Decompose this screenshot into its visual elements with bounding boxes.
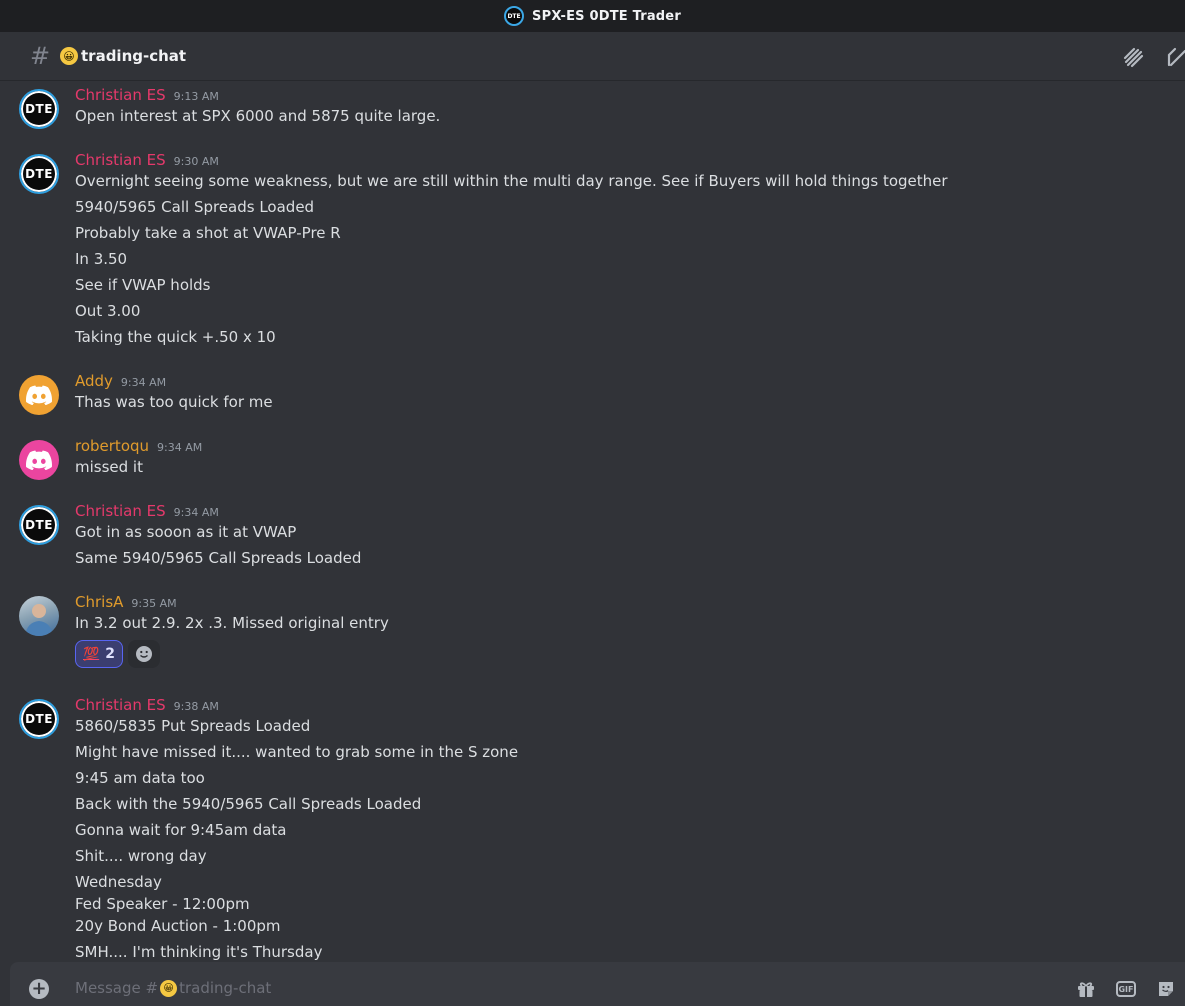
message: DTE Christian ES 9:38 AM 5860/5835 Put S…	[0, 691, 1185, 961]
avatar[interactable]	[19, 596, 59, 636]
username[interactable]: Christian ES	[75, 696, 166, 714]
avatar[interactable]: DTE	[19, 154, 59, 194]
reaction-100[interactable]: 💯 2	[75, 640, 123, 668]
message-text: Thas was too quick for me	[75, 393, 273, 411]
avatar[interactable]: DTE	[19, 89, 59, 129]
message-text: Gonna wait for 9:45am data	[75, 821, 287, 839]
message-header: Addy 9:34 AM	[75, 372, 166, 390]
username[interactable]: Christian ES	[75, 151, 166, 169]
avatar[interactable]	[19, 440, 59, 480]
timestamp: 9:34 AM	[157, 441, 203, 454]
message: ChrisA 9:35 AM In 3.2 out 2.9. 2x .3. Mi…	[0, 588, 1185, 688]
message-list: DTE Christian ES 9:13 AM Open interest a…	[0, 81, 1185, 961]
channel-emoji: 😀	[160, 979, 178, 997]
message-text: Fed Speaker - 12:00pm	[75, 895, 250, 913]
message-text: Might have missed it.... wanted to grab …	[75, 743, 519, 761]
user-photo-icon	[25, 604, 53, 636]
server-title: SPX-ES 0DTE Trader	[532, 8, 681, 24]
hundred-emoji: 💯	[83, 646, 100, 662]
timestamp: 9:38 AM	[173, 700, 219, 713]
message: DTE Christian ES 9:34 AM Got in as sooon…	[0, 497, 1185, 577]
message-text: 5860/5835 Put Spreads Loaded	[75, 717, 311, 735]
gift-button[interactable]	[1075, 978, 1097, 1000]
avatar[interactable]	[19, 375, 59, 415]
avatar-logo-text: DTE	[25, 167, 53, 181]
message-text: Probably take a shot at VWAP-Pre R	[75, 224, 341, 242]
message-text: In 3.50	[75, 250, 128, 268]
message-header: ChrisA 9:35 AM	[75, 593, 177, 611]
gif-icon: GIF	[1116, 981, 1136, 997]
username[interactable]: Christian ES	[75, 86, 166, 104]
server-logo-icon: DTE	[504, 6, 525, 26]
message: Addy 9:34 AM Thas was too quick for me	[0, 367, 1185, 422]
message-text: See if VWAP holds	[75, 276, 211, 294]
gif-button[interactable]: GIF	[1115, 978, 1137, 1000]
username[interactable]: ChrisA	[75, 593, 123, 611]
composer-toolbar: GIF	[1075, 978, 1177, 1000]
message-text: Same 5940/5965 Call Spreads Loaded	[75, 549, 362, 567]
username[interactable]: Addy	[75, 372, 113, 390]
timestamp: 9:34 AM	[173, 506, 219, 519]
discord-logo-icon	[26, 385, 52, 405]
message-text: In 3.2 out 2.9. 2x .3. Missed original e…	[75, 614, 389, 632]
header-toolbar	[1121, 45, 1185, 69]
message-header: robertoqu 9:34 AM	[75, 437, 202, 455]
gift-icon	[1078, 982, 1094, 997]
message-input[interactable]: Message # 😀 trading-chat	[75, 979, 271, 997]
window-titlebar: DTE SPX-ES 0DTE Trader	[0, 0, 1185, 32]
message-text: 5940/5965 Call Spreads Loaded	[75, 198, 315, 216]
channel-name: trading-chat	[81, 47, 187, 65]
message: DTE Christian ES 9:30 AM Overnight seein…	[0, 146, 1185, 346]
hash-icon: #	[30, 42, 51, 70]
placeholder-channel: trading-chat	[179, 979, 272, 997]
threads-icon[interactable]	[1121, 45, 1145, 69]
message-text: Wednesday	[75, 873, 162, 891]
server-logo-text: DTE	[507, 12, 521, 20]
message-text: Got in as sooon as it at VWAP	[75, 523, 297, 541]
username[interactable]: robertoqu	[75, 437, 149, 455]
discord-logo-icon	[26, 450, 52, 470]
timestamp: 9:30 AM	[173, 155, 219, 168]
message-text: missed it	[75, 458, 143, 476]
timestamp: 9:34 AM	[120, 376, 167, 389]
message-text: 9:45 am data too	[75, 769, 205, 787]
notification-icon[interactable]	[1165, 45, 1185, 69]
sticker-icon	[1159, 982, 1173, 996]
message: DTE Christian ES 9:13 AM Open interest a…	[0, 81, 1185, 136]
upload-plus-icon[interactable]: +	[29, 979, 49, 999]
reaction-count: 2	[105, 646, 115, 662]
message-header: Christian ES 9:13 AM	[75, 86, 219, 104]
message-text: 20y Bond Auction - 1:00pm	[75, 917, 281, 935]
avatar-logo-text: DTE	[25, 518, 53, 532]
username[interactable]: Christian ES	[75, 502, 166, 520]
message-text: Out 3.00	[75, 302, 141, 320]
message-text: Back with the 5940/5965 Call Spreads Loa…	[75, 795, 422, 813]
message-header: Christian ES 9:30 AM	[75, 151, 219, 169]
message-text: SMH.... I'm thinking it's Thursday	[75, 943, 323, 961]
add-reaction-button[interactable]	[127, 640, 160, 668]
message-header: Christian ES 9:38 AM	[75, 696, 219, 714]
avatar[interactable]: DTE	[19, 505, 59, 545]
placeholder-prefix: Message #	[75, 979, 159, 997]
message-composer[interactable]: + Message # 😀 trading-chat GIF	[10, 962, 1185, 1006]
message-text: Open interest at SPX 6000 and 5875 quite…	[75, 107, 441, 125]
message-text: Overnight seeing some weakness, but we a…	[75, 172, 948, 190]
message-text: Shit.... wrong day	[75, 847, 207, 865]
avatar-logo-text: DTE	[25, 712, 53, 726]
reaction-bar: 💯 2	[75, 640, 160, 668]
avatar-logo-text: DTE	[25, 102, 53, 116]
message-header: Christian ES 9:34 AM	[75, 502, 219, 520]
timestamp: 9:13 AM	[173, 90, 219, 103]
channel-emoji: 😀	[60, 47, 78, 65]
message: robertoqu 9:34 AM missed it	[0, 432, 1185, 487]
timestamp: 9:35 AM	[131, 597, 177, 610]
message-text: Taking the quick +.50 x 10	[75, 328, 276, 346]
channel-header: # 😀 trading-chat	[0, 32, 1185, 81]
avatar[interactable]: DTE	[19, 699, 59, 739]
sticker-button[interactable]	[1155, 978, 1177, 1000]
smiley-icon	[135, 646, 152, 662]
